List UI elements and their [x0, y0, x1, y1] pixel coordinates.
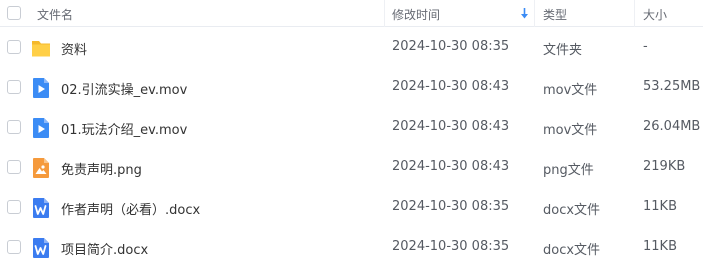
file-size: 11KB: [643, 199, 677, 214]
file-size: 53.25MB: [643, 79, 701, 94]
word-file-icon: [33, 198, 49, 218]
file-type: 文件夹: [543, 43, 583, 58]
file-row[interactable]: 作者声明（必看）.docx 2024-10-30 08:35 docx文件 11…: [0, 187, 703, 227]
file-type: docx文件: [543, 203, 601, 218]
word-file-icon: [33, 238, 49, 258]
column-header-name[interactable]: 文件名: [37, 6, 73, 23]
file-name[interactable]: 免责声明.png: [61, 159, 142, 178]
video-file-icon: [33, 118, 49, 138]
column-header-modified[interactable]: 修改时间: [392, 6, 440, 23]
file-size: 26.04MB: [643, 119, 701, 134]
file-name[interactable]: 作者声明（必看）.docx: [61, 199, 200, 218]
row-checkbox[interactable]: [7, 200, 21, 214]
column-divider: [634, 0, 635, 27]
file-name[interactable]: 01.玩法介绍_ev.mov: [61, 119, 187, 138]
file-modified: 2024-10-30 08:43: [392, 79, 510, 94]
row-checkbox[interactable]: [7, 240, 21, 254]
file-modified: 2024-10-30 08:43: [392, 119, 510, 134]
file-row[interactable]: 资料 2024-10-30 08:35 文件夹 -: [0, 27, 703, 67]
folder-icon: [32, 41, 50, 57]
file-modified: 2024-10-30 08:35: [392, 199, 510, 214]
file-size: -: [643, 39, 648, 54]
row-checkbox[interactable]: [7, 80, 21, 94]
row-checkbox[interactable]: [7, 40, 21, 54]
file-list-header: 文件名 修改时间 类型 大小: [0, 0, 703, 27]
file-row[interactable]: 01.玩法介绍_ev.mov 2024-10-30 08:43 mov文件 26…: [0, 107, 703, 147]
column-divider: [534, 0, 535, 27]
row-checkbox[interactable]: [7, 120, 21, 134]
file-type: docx文件: [543, 243, 601, 258]
image-file-icon: [33, 158, 49, 178]
sort-descending-icon[interactable]: [520, 8, 529, 19]
file-type: png文件: [543, 163, 594, 178]
file-type: mov文件: [543, 83, 598, 98]
file-row[interactable]: 项目简介.docx 2024-10-30 08:35 docx文件 11KB: [0, 227, 703, 267]
column-divider: [384, 0, 385, 27]
file-name[interactable]: 资料: [61, 39, 87, 58]
select-all-checkbox[interactable]: [7, 6, 21, 20]
column-header-size[interactable]: 大小: [643, 6, 667, 23]
file-modified: 2024-10-30 08:43: [392, 159, 510, 174]
file-row[interactable]: 02.引流实操_ev.mov 2024-10-30 08:43 mov文件 53…: [0, 67, 703, 107]
file-type: mov文件: [543, 123, 598, 138]
file-modified: 2024-10-30 08:35: [392, 39, 510, 54]
file-size: 11KB: [643, 239, 677, 254]
file-modified: 2024-10-30 08:35: [392, 239, 510, 254]
row-checkbox[interactable]: [7, 160, 21, 174]
file-name[interactable]: 02.引流实操_ev.mov: [61, 79, 187, 98]
video-file-icon: [33, 78, 49, 98]
file-row[interactable]: 免责声明.png 2024-10-30 08:43 png文件 219KB: [0, 147, 703, 187]
column-header-type[interactable]: 类型: [543, 6, 567, 23]
file-size: 219KB: [643, 159, 686, 174]
file-name[interactable]: 项目简介.docx: [61, 239, 148, 258]
